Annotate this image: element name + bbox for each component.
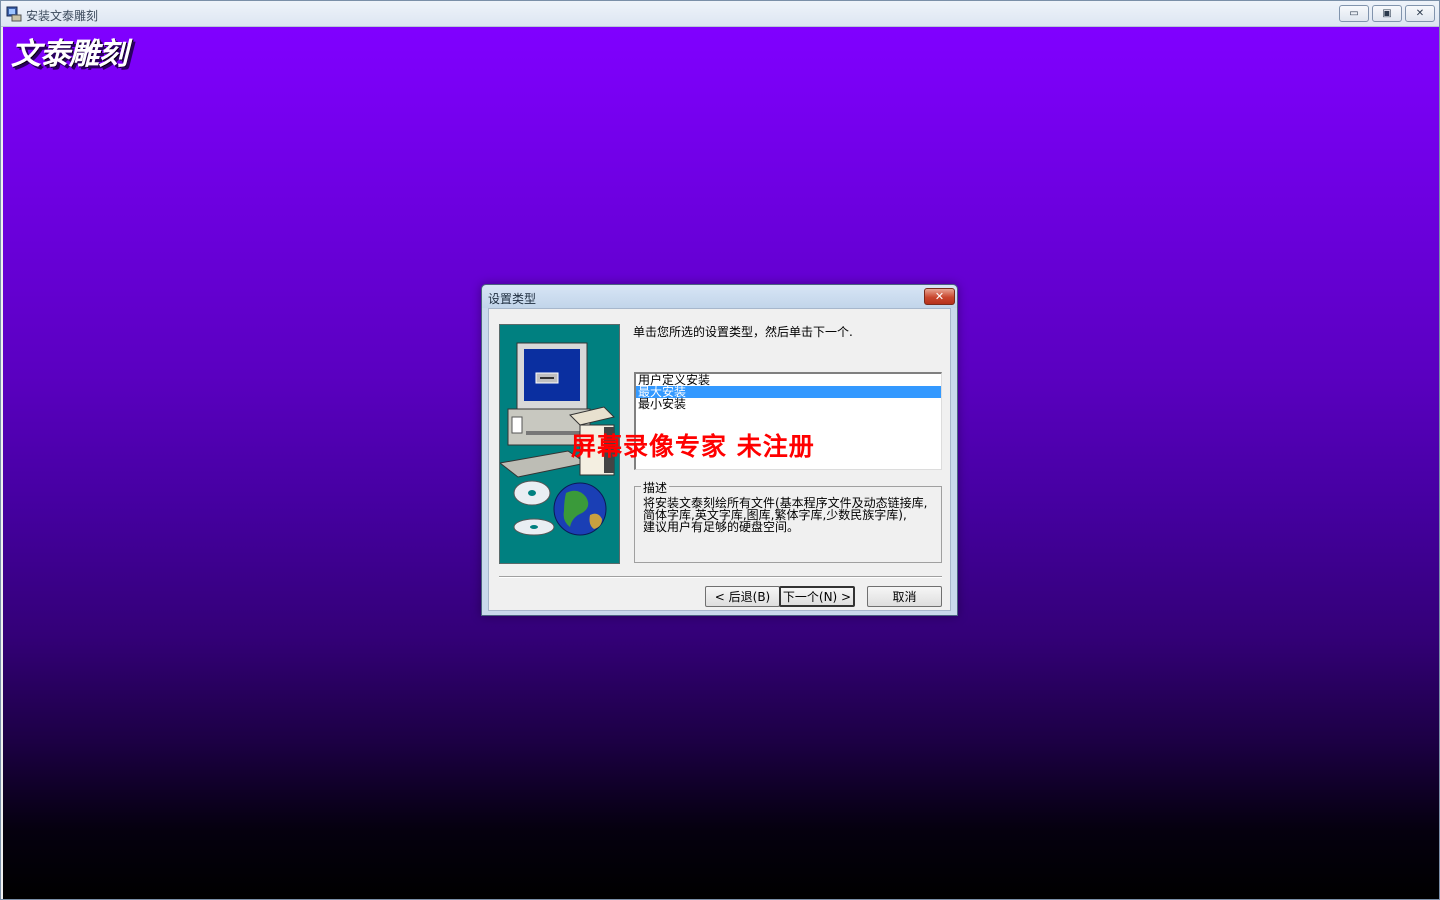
dialog-close-button[interactable]: ✕ (924, 288, 955, 305)
instruction-text: 单击您所选的设置类型，然后单击下一个. (633, 325, 853, 339)
brand-title: 文泰雕刻 (11, 37, 128, 72)
button-separator (499, 576, 942, 578)
dialog-title: 设置类型 (488, 292, 537, 306)
description-text: 将安装文泰刻绘所有文件(基本程序文件及动态链接库, 简体字库,英文字库,图库,繁… (643, 497, 935, 533)
window-titlebar[interactable]: 安装文泰雕刻 ▭ ▣ ✕ (1, 1, 1439, 27)
close-window-button[interactable]: ✕ (1405, 5, 1435, 22)
installer-app-icon (6, 6, 22, 22)
close-icon: ✕ (1415, 8, 1425, 19)
description-line: 建议用户有足够的硬盘空间。 (643, 520, 800, 534)
close-icon: ✕ (934, 290, 945, 303)
window-title: 安装文泰雕刻 (26, 9, 99, 23)
back-button[interactable]: < 后退(B) (705, 586, 780, 607)
description-group: 描述 将安装文泰刻绘所有文件(基本程序文件及动态链接库, 简体字库,英文字库,图… (634, 479, 942, 563)
minimize-button[interactable]: ▭ (1339, 5, 1369, 22)
maximize-icon: ▣ (1382, 8, 1392, 19)
next-button[interactable]: 下一个(N) > (779, 586, 855, 607)
list-item-minimum[interactable]: 最小安装 (636, 398, 941, 410)
dialog-titlebar[interactable]: 设置类型 ✕ (482, 285, 957, 308)
watermark-text: 屏幕录像专家 未注册 (571, 432, 815, 461)
maximize-button[interactable]: ▣ (1372, 5, 1402, 22)
cancel-button[interactable]: 取消 (867, 586, 942, 607)
description-legend: 描述 (641, 479, 670, 496)
minimize-icon: ▭ (1349, 8, 1359, 19)
